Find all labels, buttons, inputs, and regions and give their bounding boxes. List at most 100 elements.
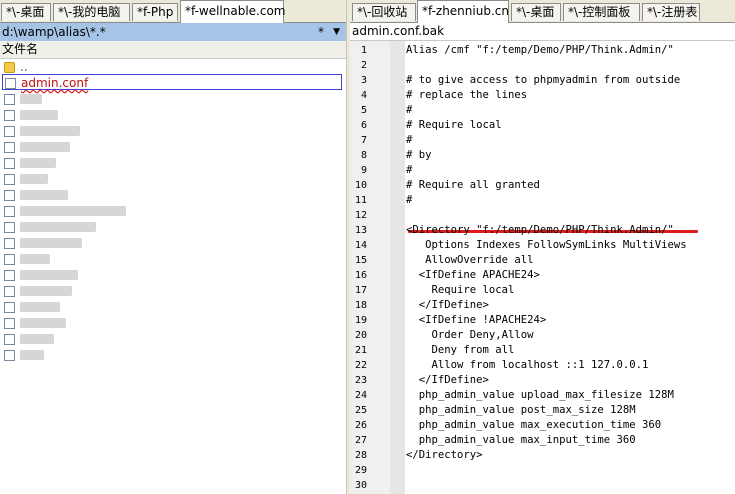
- line-number: 28: [354, 450, 367, 461]
- tab-desktop-right[interactable]: *\-桌面: [511, 3, 561, 21]
- list-item[interactable]: [2, 107, 342, 123]
- code-line: <IfDefine APACHE24>: [406, 269, 540, 281]
- list-item[interactable]: [2, 251, 342, 267]
- blurred-file-name: [20, 236, 82, 251]
- list-item[interactable]: [2, 139, 342, 155]
- line-number: 30: [354, 480, 367, 491]
- code-line: php_admin_value max_input_time 360: [406, 434, 636, 446]
- line-number: 2: [360, 60, 367, 71]
- file-icon: [4, 254, 15, 265]
- line-number: 4: [360, 90, 367, 101]
- file-icon: [4, 190, 15, 201]
- file-icon: [4, 270, 15, 281]
- code-line: </IfDefine>: [406, 299, 489, 311]
- blurred-file-name: [20, 188, 68, 203]
- file-entry-selected[interactable]: admin.conf: [2, 74, 342, 90]
- line-number: 13: [354, 225, 367, 236]
- chevron-down-icon[interactable]: ▼: [333, 23, 340, 41]
- code-line: #: [406, 134, 413, 146]
- list-item[interactable]: [2, 283, 342, 299]
- file-icon: [4, 142, 15, 153]
- blurred-file-name: [20, 172, 48, 187]
- line-number: 21: [354, 345, 367, 356]
- blurred-file-name: [20, 204, 126, 219]
- line-number: 1: [360, 45, 367, 56]
- column-header-filename[interactable]: 文件名: [0, 41, 346, 59]
- line-number: 9: [360, 165, 367, 176]
- tab-zhenniub[interactable]: *f-zhenniub.cn: [417, 0, 509, 23]
- file-icon: [4, 126, 15, 137]
- fold-gutter: [390, 41, 405, 494]
- list-item[interactable]: [2, 171, 342, 187]
- file-icon: [4, 238, 15, 249]
- file-icon: [4, 318, 15, 329]
- parent-dir-label: ..: [20, 60, 28, 74]
- tab-control-panel[interactable]: *\-控制面板: [563, 3, 640, 21]
- line-number: 29: [354, 465, 367, 476]
- tab-my-computer[interactable]: *\-我的电脑: [53, 3, 130, 21]
- code-line: #: [406, 194, 413, 206]
- file-icon: [4, 174, 15, 185]
- blurred-file-name: [20, 268, 78, 283]
- code-line: Alias /cmf "f:/temp/Demo/PHP/Think.Admin…: [406, 44, 674, 56]
- left-tab-bar: *\-桌面 *\-我的电脑 *f-Php *f-wellnable.com: [0, 0, 346, 23]
- tab-registry[interactable]: *\-注册表: [642, 3, 700, 21]
- list-item[interactable]: [2, 91, 342, 107]
- line-number: 11: [354, 195, 367, 206]
- filter-star[interactable]: *: [318, 23, 324, 41]
- tab-wellnable[interactable]: *f-wellnable.com: [180, 0, 286, 23]
- file-icon: [4, 334, 15, 345]
- code-line: # replace the lines: [406, 89, 528, 101]
- code-line: #: [406, 104, 413, 116]
- selected-file-name: admin.conf: [21, 76, 89, 90]
- line-number: 10: [354, 180, 367, 191]
- code-line: php_admin_value upload_max_filesize 128M: [406, 389, 674, 401]
- current-path: d:\wamp\alias\*.*: [2, 25, 106, 39]
- code-line: </IfDefine>: [406, 374, 489, 386]
- list-item[interactable]: [2, 123, 342, 139]
- file-icon: [4, 94, 15, 105]
- list-item[interactable]: [2, 203, 342, 219]
- file-icon: [4, 302, 15, 313]
- tab-recycle-bin[interactable]: *\-回收站: [352, 3, 416, 21]
- file-icon: [4, 110, 15, 121]
- list-item[interactable]: [2, 187, 342, 203]
- blurred-file-name: [20, 348, 44, 363]
- left-path-bar[interactable]: d:\wamp\alias\*.* * ▼: [0, 23, 346, 41]
- code-line: # by: [406, 149, 432, 161]
- code-line: # to give access to phpmyadmin from outs…: [406, 74, 681, 86]
- file-icon: [4, 350, 15, 361]
- blurred-file-name: [20, 140, 70, 155]
- line-number: 7: [360, 135, 367, 146]
- line-number: 3: [360, 75, 367, 86]
- line-number: 23: [354, 375, 367, 386]
- parent-dir-entry[interactable]: ..: [2, 59, 342, 75]
- code-line: php_admin_value max_execution_time 360: [406, 419, 662, 431]
- list-item[interactable]: [2, 315, 342, 331]
- up-folder-icon: [4, 62, 15, 73]
- list-item[interactable]: [2, 155, 342, 171]
- blurred-file-name: [20, 108, 58, 123]
- blurred-file-name: [20, 332, 54, 347]
- list-item[interactable]: [2, 347, 342, 363]
- code-line: # Require local: [406, 119, 502, 131]
- tab-php[interactable]: *f-Php: [132, 3, 178, 21]
- list-item[interactable]: [2, 299, 342, 315]
- list-item[interactable]: [2, 267, 342, 283]
- list-item[interactable]: [2, 219, 342, 235]
- blurred-file-name: [20, 92, 42, 107]
- code-line: Order Deny,Allow: [406, 329, 534, 341]
- file-icon: [5, 78, 16, 89]
- list-item[interactable]: [2, 235, 342, 251]
- line-number: 14: [354, 240, 367, 251]
- line-number: 17: [354, 285, 367, 296]
- line-number: 18: [354, 300, 367, 311]
- line-number: 19: [354, 315, 367, 326]
- file-icon: [4, 158, 15, 169]
- file-icon: [4, 286, 15, 297]
- code-area[interactable]: Alias /cmf "f:/temp/Demo/PHP/Think.Admin…: [405, 41, 735, 494]
- line-number: 6: [360, 120, 367, 131]
- tab-desktop[interactable]: *\-桌面: [1, 3, 51, 21]
- list-item[interactable]: [2, 331, 342, 347]
- line-number: 12: [354, 210, 367, 221]
